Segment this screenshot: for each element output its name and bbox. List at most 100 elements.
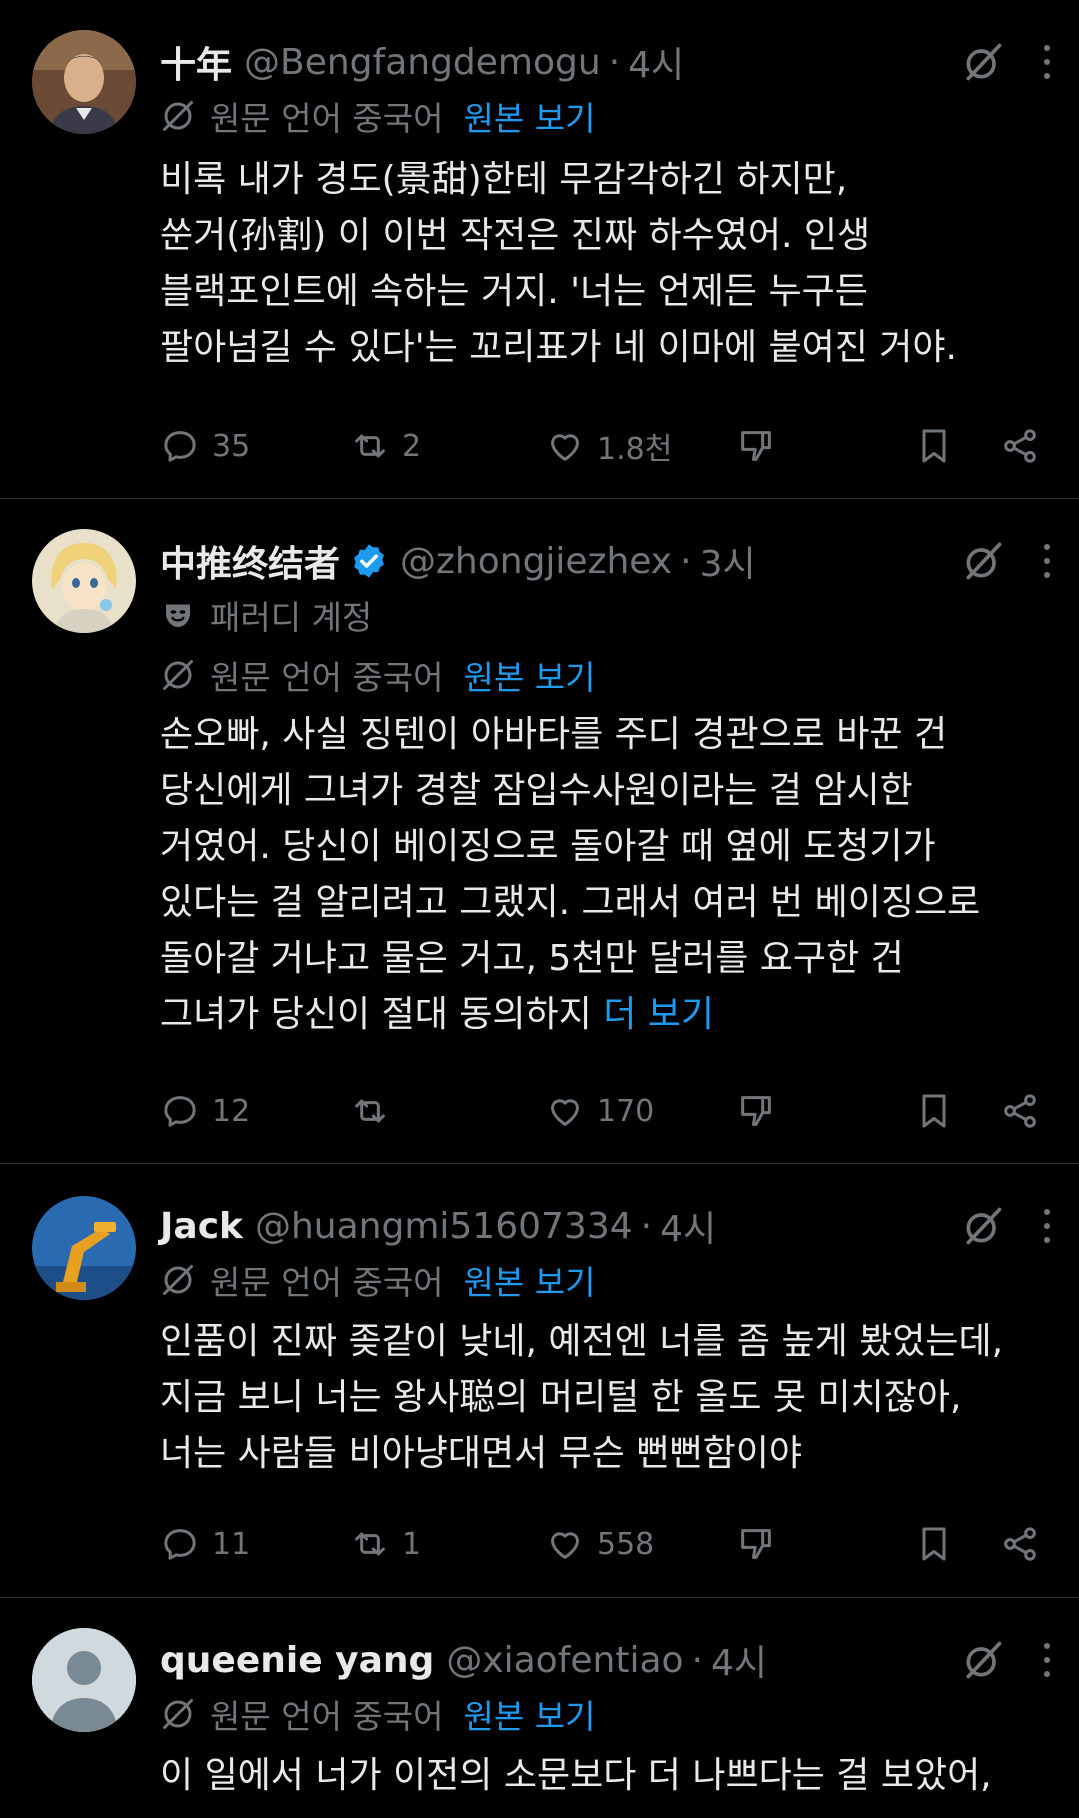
translate-icon (160, 657, 196, 693)
display-name[interactable]: queenie yang (160, 1640, 434, 1681)
tweet-text-line: 블랙포인트에 속하는 거지. '너는 언제든 누구든 (160, 271, 868, 312)
dislike-button[interactable] (736, 1516, 776, 1572)
show-original-link[interactable]: 원본 보기 (464, 1690, 596, 1738)
translation-label: 원문 언어 중국어 (210, 1263, 444, 1302)
show-original-link[interactable]: 원본 보기 (464, 651, 596, 699)
tweet-text-line: 팔아넘길 수 있다'는 꼬리표가 네 이마에 붙여진 거야. (160, 327, 957, 368)
reply-button[interactable]: 12 (160, 1083, 250, 1139)
reply-button[interactable]: 35 (160, 418, 250, 474)
share-button[interactable] (1000, 1083, 1040, 1139)
translate-icon (160, 98, 196, 134)
user-handle[interactable]: @zhongjiezhex (400, 541, 672, 582)
dislike-icon (736, 1091, 776, 1131)
translate-icon (160, 1696, 196, 1732)
parody-mask-icon (166, 604, 190, 627)
tweet-text-line: 그녀가 당신이 절대 동의하지 (160, 994, 604, 1035)
dislike-icon (736, 1524, 776, 1564)
grok-icon[interactable] (961, 539, 1005, 583)
display-name[interactable]: 十年 (160, 36, 232, 88)
tweet[interactable]: 中推终结者 @zhongjiezhex · 3시 패러디 계정 원문 언어 중국… (0, 499, 1079, 1164)
tweet-text-line: 비록 내가 경도(景甜)한테 무감각하긴 하지만, (160, 159, 848, 200)
tweet-text-line: 손오빠, 사실 징텐이 아바타를 주디 경관으로 바꾼 건 (160, 714, 948, 755)
like-count: 558 (597, 1526, 655, 1562)
avatar[interactable] (32, 30, 136, 134)
tweet-text-line: 이 일에서 너가 이전의 소문보다 더 나쁘다는 걸 보았어, (160, 1755, 992, 1796)
repost-icon (350, 426, 390, 466)
user-handle[interactable]: @Bengfangdemogu (244, 42, 601, 83)
tweet-text-line: 당신에게 그녀가 경찰 잠입수사원이라는 걸 암시한 (160, 770, 913, 811)
separator-dot: · (640, 1205, 653, 1247)
bookmark-icon (914, 426, 954, 466)
repost-button[interactable] (350, 1083, 402, 1139)
timestamp[interactable]: 4시 (628, 36, 684, 88)
tweet[interactable]: queenie yang @xiaofentiao · 4시 원문 언어 중국어… (0, 1598, 1079, 1818)
repost-count: 1 (402, 1526, 422, 1562)
tweet-text-line: 거였어. 당신이 베이징으로 돌아갈 때 옆에 도청기가 (160, 826, 936, 867)
show-original-link[interactable]: 원본 보기 (464, 1256, 596, 1304)
share-button[interactable] (1000, 1516, 1040, 1572)
repost-icon (350, 1091, 390, 1131)
timestamp[interactable]: 4시 (660, 1200, 716, 1252)
dislike-icon (736, 426, 776, 466)
avatar[interactable] (32, 1196, 136, 1300)
display-name[interactable]: Jack (160, 1206, 243, 1247)
reply-icon (160, 1524, 200, 1564)
bookmark-icon (914, 1524, 954, 1564)
dislike-button[interactable] (736, 1083, 776, 1139)
tweet-text-line: 너는 사람들 비아냥대면서 무슨 뻔뻔함이야 (160, 1433, 802, 1474)
avatar[interactable] (32, 529, 136, 633)
repost-count: 2 (402, 428, 422, 464)
translation-label: 원문 언어 중국어 (210, 658, 444, 697)
user-handle[interactable]: @xiaofentiao (446, 1640, 683, 1681)
tweet-text-line: 돌아갈 거냐고 물은 거고, 5천만 달러를 요구한 건 (160, 938, 904, 979)
share-button[interactable] (1000, 418, 1040, 474)
timestamp[interactable]: 3시 (700, 535, 756, 587)
like-count: 1.8천 (597, 432, 673, 467)
more-icon[interactable] (1043, 45, 1051, 79)
show-more-link[interactable]: 더 보기 (603, 994, 714, 1035)
grok-icon[interactable] (961, 1638, 1005, 1682)
repost-button[interactable]: 1 (350, 1516, 421, 1572)
reply-button[interactable]: 11 (160, 1516, 250, 1572)
like-icon (545, 426, 585, 466)
bookmark-button[interactable] (914, 1516, 954, 1572)
like-button[interactable]: 558 (545, 1516, 654, 1572)
tweet-text-line: 있다는 걸 알리려고 그랬지. 그래서 여러 번 베이징으로 (160, 882, 981, 923)
bookmark-button[interactable] (914, 418, 954, 474)
separator-dot: · (680, 540, 692, 582)
like-count: 170 (597, 1093, 655, 1129)
more-icon[interactable] (1043, 1209, 1051, 1243)
share-icon (1000, 426, 1040, 466)
show-original-link[interactable]: 원본 보기 (464, 92, 596, 140)
tweet-text-line: 인품이 진짜 좆같이 낮네, 예전엔 너를 좀 높게 봤었는데, (160, 1321, 1004, 1362)
bookmark-button[interactable] (914, 1083, 954, 1139)
repost-icon (350, 1524, 390, 1564)
tweet-text-line: 지금 보니 너는 왕사聪의 머리털 한 올도 못 미치잖아, (160, 1377, 962, 1418)
like-button[interactable]: 170 (545, 1083, 654, 1139)
grok-icon[interactable] (961, 40, 1005, 84)
reply-count: 11 (212, 1526, 251, 1562)
reply-icon (160, 426, 200, 466)
tweet-text: 이 일에서 너가 이전의 소문보다 더 나쁘다는 걸 보았어, (160, 1748, 1059, 1804)
more-icon[interactable] (1043, 1643, 1051, 1677)
more-icon[interactable] (1043, 544, 1051, 578)
timestamp[interactable]: 4시 (711, 1634, 767, 1686)
share-icon (1000, 1091, 1040, 1131)
separator-dot: · (691, 1639, 703, 1681)
tweet[interactable]: Jack @huangmi51607334 · 4시 원문 언어 중국어 원본 … (0, 1164, 1079, 1598)
tweet-text: 인품이 진짜 좆같이 낮네, 예전엔 너를 좀 높게 봤었는데, 지금 보니 너… (160, 1314, 1059, 1482)
display-name[interactable]: 中推终结者 (160, 535, 340, 587)
translation-label: 원문 언어 중국어 (210, 1697, 444, 1736)
avatar[interactable] (32, 1628, 136, 1732)
user-handle[interactable]: @huangmi51607334 (255, 1206, 633, 1247)
dislike-button[interactable] (736, 418, 776, 474)
separator-dot: · (608, 41, 621, 83)
grok-icon[interactable] (961, 1204, 1005, 1248)
like-icon (545, 1524, 585, 1564)
tweet-text: 비록 내가 경도(景甜)한테 무감각하긴 하지만, 쑨거(孙割) 이 이번 작전… (160, 152, 1059, 376)
like-icon (545, 1091, 585, 1131)
repost-button[interactable]: 2 (350, 418, 421, 474)
tweet[interactable]: 十年 @Bengfangdemogu · 4시 원문 언어 중국어 원본 보기 … (0, 0, 1079, 499)
tweet-text: 손오빠, 사실 징텐이 아바타를 주디 경관으로 바꾼 건 당신에게 그녀가 경… (160, 707, 1059, 1043)
like-button[interactable]: 1.8천 (545, 418, 672, 474)
